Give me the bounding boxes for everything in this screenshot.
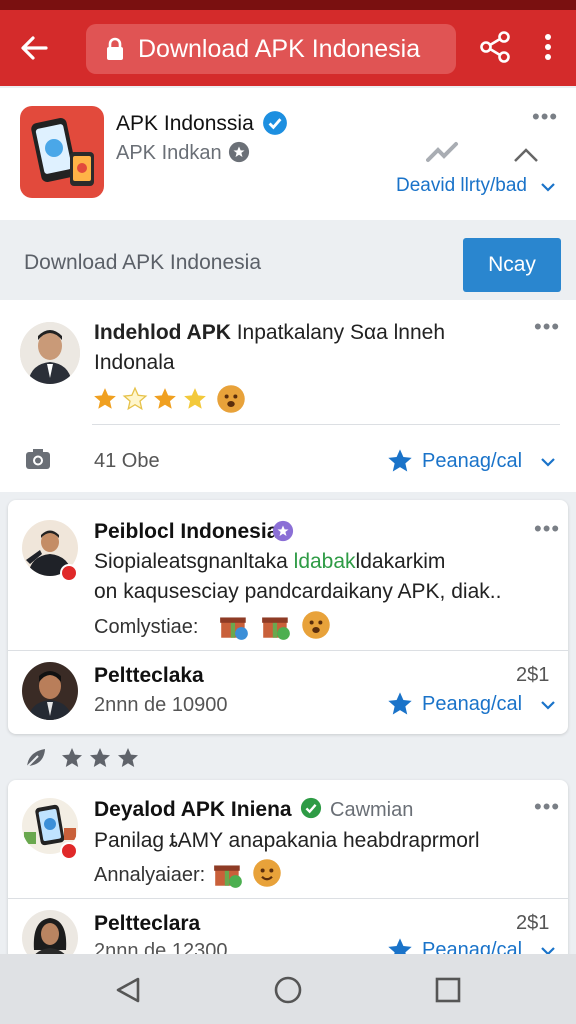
lock-icon bbox=[107, 37, 123, 60]
post-author-extra: Cawmian bbox=[330, 799, 414, 821]
avatar[interactable] bbox=[22, 662, 78, 720]
star-icon bbox=[62, 748, 82, 767]
emoji-icon bbox=[253, 859, 281, 887]
app-icon[interactable] bbox=[20, 106, 104, 198]
divider bbox=[92, 424, 560, 425]
chevron-down-icon[interactable] bbox=[540, 700, 556, 710]
status-badge bbox=[60, 564, 78, 582]
trend-icon bbox=[426, 142, 458, 162]
post-action[interactable]: Peanag/cal bbox=[422, 693, 522, 716]
gift-icon bbox=[214, 865, 242, 888]
developer-badge-icon bbox=[228, 141, 250, 163]
post-author: Peltteclaka bbox=[94, 664, 204, 687]
app-action-link[interactable]: Deavid llrty/bad bbox=[396, 175, 527, 197]
app-developer: APK Indkan bbox=[116, 142, 222, 164]
status-bar bbox=[0, 0, 576, 10]
nav-back-icon[interactable] bbox=[114, 976, 142, 1004]
post-body-line1: Siopialeatsgnanltaka ldabakldakarkim bbox=[94, 550, 445, 574]
post-body-line2: on kaqusesciay pandcardaikany APK, diak.… bbox=[94, 580, 502, 603]
star-icon bbox=[90, 748, 110, 767]
banner-button[interactable]: Ncay bbox=[463, 238, 561, 292]
app-more-icon[interactable]: ••• bbox=[532, 106, 558, 128]
post-more-icon[interactable]: ••• bbox=[534, 316, 560, 338]
app-name: APK Indonssia bbox=[116, 112, 254, 135]
person-photo bbox=[22, 662, 78, 720]
status-badge bbox=[60, 842, 78, 860]
verified-badge-icon bbox=[263, 111, 287, 135]
star-icon[interactable] bbox=[386, 447, 414, 475]
person-photo bbox=[20, 322, 80, 384]
phone-illustration bbox=[31, 118, 94, 186]
chevron-down-icon[interactable] bbox=[540, 457, 556, 467]
camera-icon[interactable] bbox=[24, 447, 52, 471]
post-author: Indehlod APK bbox=[94, 321, 231, 344]
divider bbox=[8, 898, 568, 899]
verified-badge-icon bbox=[300, 797, 322, 819]
post-more-icon[interactable]: ••• bbox=[534, 796, 560, 818]
post-label: Comlystiae: bbox=[94, 616, 199, 638]
post-body-text-end: ldakarkim bbox=[355, 550, 446, 573]
url-bar[interactable]: Download APK Indonesia bbox=[86, 24, 456, 74]
share-icon[interactable] bbox=[478, 30, 512, 64]
divider bbox=[8, 650, 568, 651]
post-meta: 41 Obe bbox=[94, 450, 160, 472]
star-icon bbox=[184, 388, 206, 409]
star-icon[interactable] bbox=[386, 690, 414, 718]
nav-recents-icon[interactable] bbox=[435, 977, 461, 1003]
emoji-icon bbox=[217, 385, 245, 413]
post-body-highlight: ldabak bbox=[293, 550, 356, 573]
post-meta: 2nnn de 10900 bbox=[94, 694, 228, 716]
avatar[interactable] bbox=[20, 322, 80, 384]
more-vert-icon[interactable] bbox=[536, 30, 560, 64]
star-icon bbox=[118, 748, 138, 767]
gift-icon bbox=[220, 617, 248, 640]
url-text: Download APK Indonesia bbox=[138, 34, 421, 63]
post-label: Annalyaiaer: bbox=[94, 864, 206, 886]
star-icon bbox=[94, 388, 116, 409]
post-body-text: Siopialeatsgnanltaka bbox=[94, 550, 294, 573]
banner-button-label: Ncay bbox=[488, 253, 536, 276]
nav-home-icon[interactable] bbox=[273, 975, 303, 1005]
post-title-line2: Indonala bbox=[94, 351, 175, 374]
post-count: 2$1 bbox=[516, 912, 550, 934]
post-action[interactable]: Peanag/cal bbox=[422, 450, 522, 473]
post-title-rest: Inpatkalany Sαa lnneh bbox=[230, 321, 446, 344]
gift-icon bbox=[262, 617, 290, 640]
system-navigation-bar bbox=[0, 954, 576, 1024]
leaf-icon bbox=[26, 749, 45, 768]
post-author: Deyalod APK Iniena bbox=[94, 798, 292, 821]
browser-toolbar: Download APK Indonesia bbox=[0, 10, 576, 86]
post-title: Indehlod APK Inpatkalany Sαa lnneh bbox=[94, 321, 445, 345]
back-arrow-icon[interactable] bbox=[18, 32, 50, 64]
post-rating bbox=[92, 384, 252, 414]
chevron-up-icon[interactable] bbox=[512, 146, 540, 164]
star-icon bbox=[154, 388, 176, 409]
emoji-icon bbox=[302, 611, 330, 639]
post-author: Peiblocl Indonesia bbox=[94, 520, 279, 543]
banner-text: Download APK Indonesia bbox=[24, 251, 261, 274]
star-outline-icon bbox=[122, 386, 148, 411]
post-more-icon[interactable]: ••• bbox=[534, 518, 560, 540]
post-author: Peltteclara bbox=[94, 912, 201, 935]
verified-badge-icon bbox=[272, 520, 294, 542]
post-body-line1: Panilag ȶAMY anapakania heabdraprmorl bbox=[94, 829, 480, 852]
chevron-down-icon[interactable] bbox=[540, 182, 556, 192]
post-count: 2$1 bbox=[516, 664, 550, 686]
